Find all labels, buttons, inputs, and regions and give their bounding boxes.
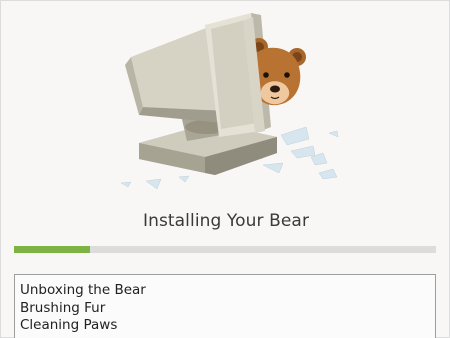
install-log[interactable]: Unboxing the Bear Brushing Fur Cleaning Pa… bbox=[14, 274, 436, 338]
progress-bar-fill bbox=[14, 246, 90, 253]
log-line: Cleaning Paws bbox=[20, 317, 118, 333]
bear-monitor-illustration bbox=[101, 5, 351, 195]
progress-bar bbox=[14, 246, 436, 253]
install-status-title: Installing Your Bear bbox=[142, 211, 310, 231]
log-line: Unboxing the Bear bbox=[20, 282, 146, 298]
log-line: Brushing Fur bbox=[20, 299, 106, 316]
